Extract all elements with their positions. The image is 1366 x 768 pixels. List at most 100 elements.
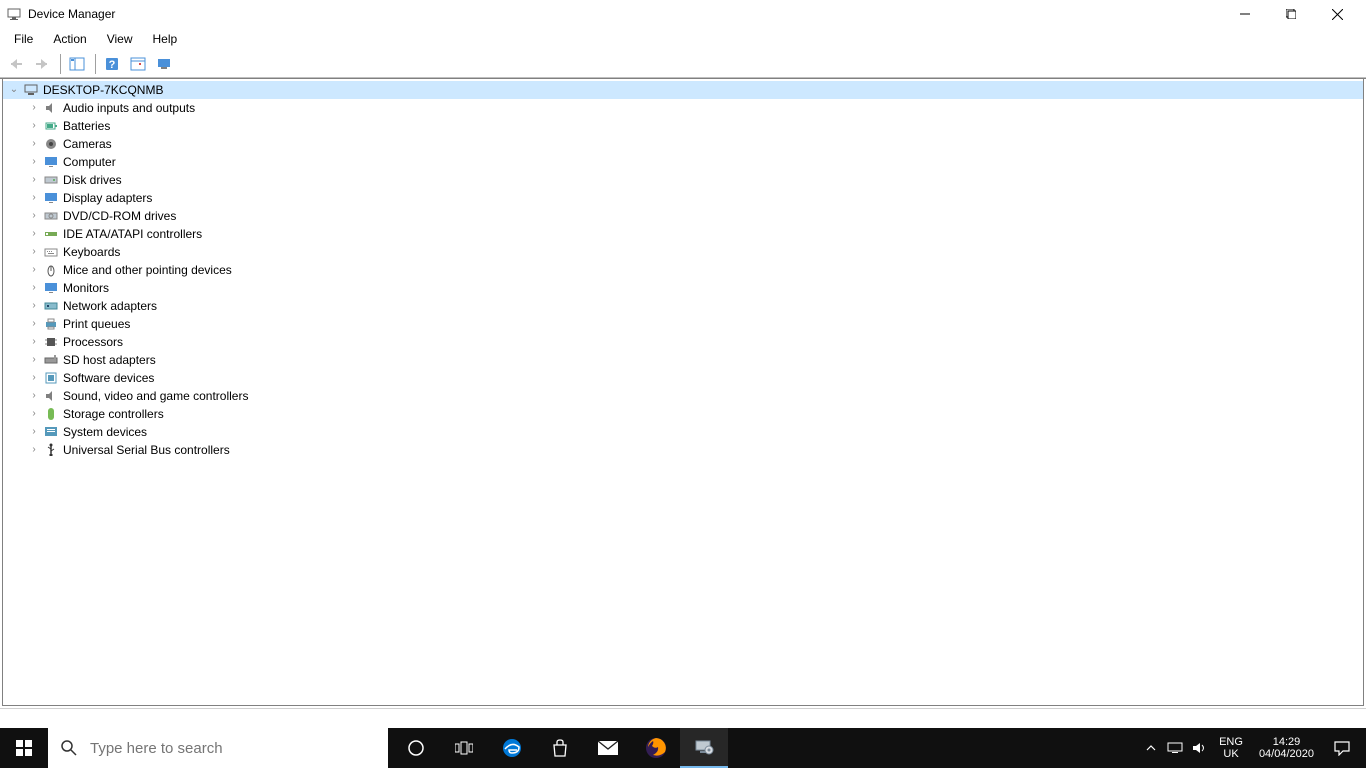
- properties-button[interactable]: [126, 53, 150, 75]
- expand-icon[interactable]: ›: [27, 301, 41, 311]
- expand-icon[interactable]: ›: [27, 139, 41, 149]
- tree-category[interactable]: › Network adapters: [3, 297, 1363, 315]
- expand-icon[interactable]: ›: [27, 229, 41, 239]
- category-label: Network adapters: [63, 299, 157, 313]
- taskbar-clock[interactable]: 14:29 04/04/2020: [1251, 736, 1322, 760]
- expand-icon[interactable]: ›: [27, 103, 41, 113]
- tree-category[interactable]: › Computer: [3, 153, 1363, 171]
- tree-root[interactable]: ⌄ DESKTOP-7KCQNMB: [3, 81, 1363, 99]
- tree-category[interactable]: › DVD/CD-ROM drives: [3, 207, 1363, 225]
- category-label: Universal Serial Bus controllers: [63, 443, 230, 457]
- taskbar-app-device-manager[interactable]: [680, 728, 728, 768]
- cortana-button[interactable]: [392, 728, 440, 768]
- taskbar-search[interactable]: [48, 728, 388, 768]
- category-label: Storage controllers: [63, 407, 164, 421]
- close-button[interactable]: [1314, 0, 1360, 28]
- category-icon: [43, 118, 59, 134]
- expand-icon[interactable]: ›: [27, 373, 41, 383]
- expand-icon[interactable]: ›: [27, 355, 41, 365]
- tree-category[interactable]: › Print queues: [3, 315, 1363, 333]
- tree-category[interactable]: ›IDE ATA/ATAPI controllers: [3, 225, 1363, 243]
- category-label: Keyboards: [63, 245, 120, 259]
- task-view-button[interactable]: [440, 728, 488, 768]
- input-indicator-icon[interactable]: [1163, 728, 1187, 768]
- tree-category[interactable]: ›Mice and other pointing devices: [3, 261, 1363, 279]
- category-icon: [43, 298, 59, 314]
- category-icon: [43, 334, 59, 350]
- language-indicator[interactable]: ENG UK: [1211, 736, 1251, 760]
- expand-icon[interactable]: ›: [27, 193, 41, 203]
- tree-category[interactable]: ›Processors: [3, 333, 1363, 351]
- tree-category[interactable]: › SD host adapters: [3, 351, 1363, 369]
- taskbar-app-store[interactable]: [536, 728, 584, 768]
- menu-file[interactable]: File: [4, 29, 43, 49]
- language-top: ENG: [1219, 736, 1243, 748]
- tree-category[interactable]: › Cameras: [3, 135, 1363, 153]
- tree-category[interactable]: › Keyboards: [3, 243, 1363, 261]
- expand-icon[interactable]: ›: [27, 175, 41, 185]
- scan-hardware-button[interactable]: [152, 53, 176, 75]
- window-title: Device Manager: [28, 7, 1222, 21]
- expand-icon[interactable]: ›: [27, 409, 41, 419]
- tree-category[interactable]: › Display adapters: [3, 189, 1363, 207]
- menu-action[interactable]: Action: [43, 29, 96, 49]
- category-label: Print queues: [63, 317, 130, 331]
- taskbar-app-edge[interactable]: [488, 728, 536, 768]
- tree-category[interactable]: › Disk drives: [3, 171, 1363, 189]
- forward-button[interactable]: [30, 53, 54, 75]
- svg-text:?: ?: [109, 59, 116, 71]
- expand-icon[interactable]: ›: [27, 121, 41, 131]
- tray-overflow-icon[interactable]: [1139, 728, 1163, 768]
- expand-icon[interactable]: ›: [27, 427, 41, 437]
- category-icon: [43, 370, 59, 386]
- category-label: SD host adapters: [63, 353, 156, 367]
- category-label: Disk drives: [63, 173, 122, 187]
- tree-category[interactable]: ›Batteries: [3, 117, 1363, 135]
- help-button[interactable]: ?: [100, 53, 124, 75]
- expand-icon[interactable]: ›: [27, 445, 41, 455]
- start-button[interactable]: [0, 728, 48, 768]
- tree-category[interactable]: ›Monitors: [3, 279, 1363, 297]
- taskbar-app-mail[interactable]: [584, 728, 632, 768]
- tree-category[interactable]: ›Audio inputs and outputs: [3, 99, 1363, 117]
- expand-icon[interactable]: ›: [27, 319, 41, 329]
- maximize-button[interactable]: [1268, 0, 1314, 28]
- category-icon: [43, 190, 59, 206]
- search-input[interactable]: [90, 740, 376, 757]
- expand-icon[interactable]: ›: [27, 265, 41, 275]
- back-button[interactable]: [4, 53, 28, 75]
- expand-icon[interactable]: ›: [27, 247, 41, 257]
- menu-view[interactable]: View: [97, 29, 143, 49]
- expand-icon[interactable]: ›: [27, 211, 41, 221]
- category-label: Computer: [63, 155, 116, 169]
- category-icon: [43, 226, 59, 242]
- category-label: System devices: [63, 425, 147, 439]
- expand-icon[interactable]: ›: [27, 337, 41, 347]
- category-icon: [43, 316, 59, 332]
- tree-category[interactable]: › System devices: [3, 423, 1363, 441]
- taskbar-app-firefox[interactable]: [632, 728, 680, 768]
- collapse-icon[interactable]: ⌄: [7, 85, 21, 95]
- show-hide-console-tree-button[interactable]: [65, 53, 89, 75]
- device-tree[interactable]: ⌄ DESKTOP-7KCQNMB ›Audio inputs and outp…: [2, 79, 1364, 706]
- volume-icon[interactable]: [1187, 728, 1211, 768]
- tree-category[interactable]: › Universal Serial Bus controllers: [3, 441, 1363, 459]
- minimize-button[interactable]: [1222, 0, 1268, 28]
- expand-icon[interactable]: ›: [27, 391, 41, 401]
- category-label: Cameras: [63, 137, 112, 151]
- expand-icon[interactable]: ›: [27, 283, 41, 293]
- category-label: DVD/CD-ROM drives: [63, 209, 176, 223]
- expand-icon[interactable]: ›: [27, 157, 41, 167]
- menubar: File Action View Help: [0, 28, 1366, 50]
- menu-help[interactable]: Help: [143, 29, 188, 49]
- tree-category[interactable]: › Sound, video and game controllers: [3, 387, 1363, 405]
- tree-category[interactable]: ›Software devices: [3, 369, 1363, 387]
- computer-icon: [23, 82, 39, 98]
- clock-date: 04/04/2020: [1259, 748, 1314, 760]
- category-icon: [43, 424, 59, 440]
- action-center-button[interactable]: [1322, 728, 1362, 768]
- category-label: Sound, video and game controllers: [63, 389, 248, 403]
- category-icon: [43, 136, 59, 152]
- tree-category[interactable]: › Storage controllers: [3, 405, 1363, 423]
- category-label: Display adapters: [63, 191, 152, 205]
